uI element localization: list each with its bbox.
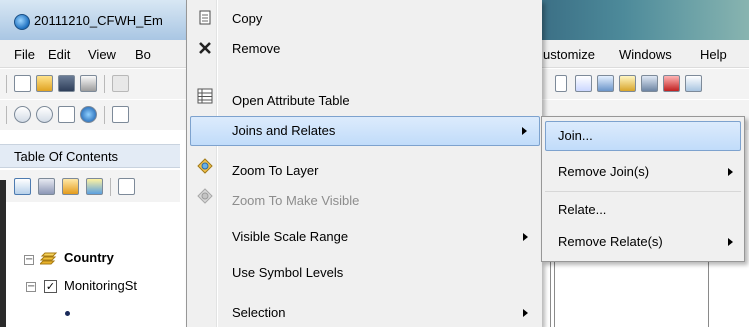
toolbar-separator: [104, 106, 105, 124]
zoom-visible-icon: [197, 188, 213, 204]
submenu-arrow-icon: [728, 238, 733, 246]
title-bar-right: [540, 0, 749, 40]
window-title: 20111210_CFWH_Em: [34, 13, 163, 28]
submenu-arrow-icon: [523, 309, 528, 317]
toc-header: Table Of Contents: [0, 144, 180, 168]
list-by-source-icon[interactable]: [38, 178, 55, 195]
toolbar-grip: [6, 75, 7, 93]
submenu-item-remove-joins[interactable]: Remove Join(s): [545, 157, 741, 187]
menu-item-label: Relate...: [558, 202, 607, 217]
menu-item-selection[interactable]: Selection: [190, 298, 540, 327]
full-extent-globe-icon[interactable]: [80, 106, 97, 123]
table-icon: [197, 88, 213, 104]
python-window-icon[interactable]: [685, 75, 702, 92]
menu-item-label: Joins and Relates: [232, 123, 336, 138]
menu-view[interactable]: View: [88, 47, 116, 62]
menu-item-label: Remove: [232, 41, 281, 56]
new-document-icon[interactable]: [14, 75, 31, 92]
editor-pencil-icon[interactable]: [575, 75, 592, 92]
menu-bookmarks[interactable]: Bo: [135, 47, 151, 62]
collapse-icon[interactable]: −: [26, 282, 36, 292]
fixed-zoom-in-icon[interactable]: [112, 106, 129, 123]
toc-root-layer[interactable]: Country: [64, 250, 114, 265]
toolbar-separator: [104, 75, 105, 93]
arctoolbox-icon[interactable]: [663, 75, 680, 92]
toolbar-grip: [6, 106, 7, 124]
toc-child-layer[interactable]: MonitoringSt: [64, 278, 137, 293]
menu-item-copy[interactable]: Copy: [190, 4, 540, 34]
dropdown-icon[interactable]: [555, 75, 567, 92]
toolbar-separator: [110, 178, 111, 196]
submenu-arrow-icon: [523, 233, 528, 241]
submenu-item-relate[interactable]: Relate...: [545, 195, 741, 225]
menu-item-remove[interactable]: Remove: [190, 34, 540, 64]
layer-visibility-checkbox[interactable]: ✓: [44, 280, 57, 293]
collapse-icon[interactable]: −: [24, 255, 34, 265]
menu-help[interactable]: Help: [700, 47, 727, 62]
toc-toolbar: [0, 170, 180, 202]
menu-item-label: Join...: [558, 128, 593, 143]
menu-item-label: Remove Join(s): [558, 164, 650, 179]
options-icon[interactable]: [118, 178, 135, 195]
menu-separator: [545, 191, 741, 192]
copy-icon: [199, 10, 211, 25]
left-window-edge: [0, 180, 6, 327]
cut-icon[interactable]: [112, 75, 129, 92]
toc-tree: − Country − ✓ MonitoringSt: [0, 202, 180, 327]
arcmap-globe-icon: [14, 14, 30, 30]
menu-item-label: Zoom To Layer: [232, 163, 319, 178]
pan-hand-icon[interactable]: [58, 106, 75, 123]
layer-group-icon: [40, 252, 58, 265]
submenu-arrow-icon: [728, 168, 733, 176]
point-symbol-icon: [65, 311, 70, 316]
menu-item-open-attribute-table[interactable]: Open Attribute Table: [190, 86, 540, 116]
submenu-item-join[interactable]: Join...: [545, 121, 741, 151]
print-icon[interactable]: [80, 75, 97, 92]
menu-customize[interactable]: ustomize: [543, 47, 595, 62]
submenu-item-remove-relates[interactable]: Remove Relate(s): [545, 227, 741, 257]
catalog-icon[interactable]: [619, 75, 636, 92]
remove-x-icon: [199, 42, 211, 54]
menu-item-label: Selection: [232, 305, 286, 320]
menu-windows[interactable]: Windows: [619, 47, 672, 62]
menu-item-label: Remove Relate(s): [558, 234, 663, 249]
menu-file[interactable]: File: [14, 47, 35, 62]
menu-item-label: Visible Scale Range: [232, 229, 349, 244]
menu-item-joins-and-relates[interactable]: Joins and Relates: [190, 116, 540, 146]
zoom-out-icon[interactable]: [36, 106, 53, 123]
zoom-to-layer-icon: [197, 158, 213, 174]
list-by-selection-icon[interactable]: [86, 178, 103, 195]
menu-edit[interactable]: Edit: [48, 47, 70, 62]
submenu-arrow-icon: [522, 127, 527, 135]
menu-item-zoom-to-make-visible[interactable]: Zoom To Make Visible: [190, 186, 540, 216]
menu-item-label: Zoom To Make Visible: [232, 193, 360, 208]
search-window-icon[interactable]: [641, 75, 658, 92]
joins-and-relates-submenu: Join... Remove Join(s) Relate... Remove …: [541, 116, 745, 262]
save-icon[interactable]: [58, 75, 75, 92]
zoom-in-icon[interactable]: [14, 106, 31, 123]
menu-item-label: Use Symbol Levels: [232, 265, 344, 280]
open-folder-icon[interactable]: [36, 75, 53, 92]
menu-item-zoom-to-layer[interactable]: Zoom To Layer: [190, 156, 540, 186]
menu-item-visible-scale-range[interactable]: Visible Scale Range: [190, 222, 540, 252]
list-by-drawing-order-icon[interactable]: [14, 178, 31, 195]
menu-item-label: Copy: [232, 11, 263, 26]
menu-item-use-symbol-levels[interactable]: Use Symbol Levels: [190, 258, 540, 288]
toc-title: Table Of Contents: [14, 149, 119, 164]
table-window-icon[interactable]: [597, 75, 614, 92]
layer-context-menu: Copy Remove Open Attribute Table Joins a…: [186, 0, 542, 327]
menu-item-label: Open Attribute Table: [232, 93, 350, 108]
list-by-visibility-icon[interactable]: [62, 178, 79, 195]
